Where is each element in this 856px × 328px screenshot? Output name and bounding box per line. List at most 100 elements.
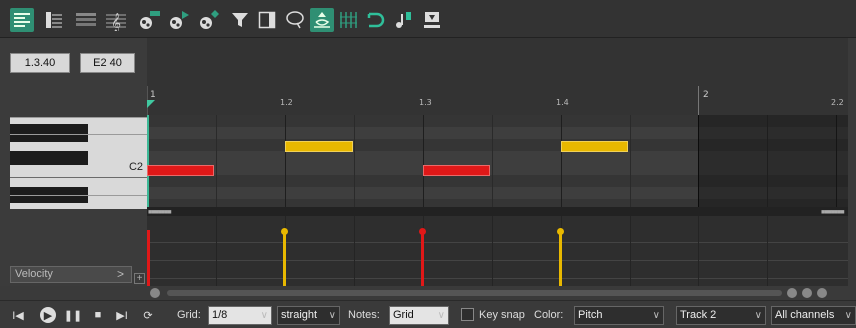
svg-text:𝄞: 𝄞 — [111, 13, 121, 31]
playhead-marker[interactable] — [147, 100, 155, 108]
midi-note[interactable] — [285, 141, 353, 152]
chevron-down-icon: ∨ — [328, 310, 336, 321]
ruler-beat-label: 2.2 — [831, 98, 844, 107]
step-input-icon[interactable] — [392, 8, 416, 32]
chevron-down-icon: ∨ — [260, 310, 268, 321]
lane-splitter[interactable]: ■■■■■■■ ■■■■■■■ — [147, 207, 848, 216]
velocity-bar[interactable] — [421, 230, 424, 286]
notes-label: Notes: — [348, 309, 380, 321]
midi-note[interactable] — [147, 165, 214, 176]
play-icon[interactable]: ▶ — [40, 307, 56, 323]
midi-note[interactable] — [423, 165, 490, 176]
chevron-right-icon[interactable]: > — [117, 267, 124, 281]
velocity-bar[interactable] — [283, 230, 286, 286]
piano-keyboard[interactable]: C2 — [10, 117, 147, 209]
track-value: Track 2 — [680, 309, 717, 321]
key-divider — [10, 177, 147, 178]
key-snap-label: Key snap — [479, 309, 525, 321]
grid-label: Grid: — [177, 309, 201, 321]
notes-length-select[interactable]: Grid ∨ — [389, 306, 449, 325]
ruler-bar-label: 1 — [150, 90, 156, 100]
grid-division-select[interactable]: 1/8 ∨ — [208, 306, 272, 325]
velocity-handle[interactable] — [419, 228, 426, 235]
loop-icon[interactable] — [364, 8, 388, 32]
insert-note-diamond-icon[interactable] — [198, 8, 222, 32]
chevron-down-icon: ∨ — [844, 310, 852, 321]
bottom-toolbar: I◀ ▶ ❚❚ ■ ▶I ⟳ Grid: 1/8 ∨ straight ∨ No… — [0, 300, 856, 328]
chevron-down-icon: ∨ — [754, 310, 762, 321]
scroll-right-button[interactable] — [787, 288, 797, 298]
grip-icon: ■■■■■■■ — [148, 209, 172, 216]
grid-line — [698, 216, 699, 286]
zoom-out-button[interactable] — [802, 288, 812, 298]
grid-line — [630, 216, 631, 286]
velocity-bar[interactable] — [147, 230, 150, 286]
grid-line — [492, 216, 493, 286]
color-mode-select[interactable]: Pitch ∨ — [574, 306, 664, 325]
toggle-sidebar-icon[interactable] — [255, 8, 279, 32]
grid-division-value: 1/8 — [212, 309, 228, 321]
add-lane-button[interactable]: + — [134, 273, 145, 284]
piano-roll-view-icon[interactable] — [10, 8, 34, 32]
vertical-scrollbar[interactable] — [848, 38, 856, 286]
grid-line — [767, 216, 768, 286]
grid-line — [216, 216, 217, 286]
grid-line — [630, 115, 631, 207]
ruler-beat-label: 1.4 — [556, 98, 569, 107]
note-grid[interactable] — [147, 115, 848, 207]
skip-to-start-icon[interactable]: I◀ — [10, 307, 26, 323]
grid-line — [354, 115, 355, 207]
velocity-handle[interactable] — [557, 228, 564, 235]
track-select[interactable]: Track 2 ∨ — [676, 306, 766, 325]
swing-value: straight — [281, 309, 318, 321]
musical-notation-icon[interactable]: 𝄞 — [104, 8, 128, 32]
lasso-select-icon[interactable] — [283, 8, 307, 32]
snap-to-grid-icon[interactable] — [310, 8, 334, 32]
ruler-bar-label: 2 — [703, 90, 709, 100]
swing-select[interactable]: straight ∨ — [277, 306, 340, 325]
scroll-track[interactable] — [167, 290, 782, 296]
position-note-display[interactable]: E2 40 — [80, 53, 135, 73]
key-divider — [10, 117, 147, 118]
pause-icon[interactable]: ❚❚ — [64, 307, 82, 323]
ruler-tick — [698, 86, 699, 115]
grid-line — [423, 115, 424, 207]
velocity-gridline — [147, 242, 848, 243]
insert-note-icon[interactable] — [138, 8, 162, 32]
grid-lines-icon[interactable] — [336, 8, 360, 32]
scroll-left-button[interactable] — [150, 288, 160, 298]
channel-select[interactable]: All channels ∨ — [771, 306, 856, 325]
velocity-gridline — [147, 278, 848, 279]
out-of-item-range — [698, 115, 848, 207]
black-key[interactable] — [10, 124, 88, 142]
item-start-line — [147, 115, 149, 207]
named-notes-view-icon[interactable] — [42, 8, 66, 32]
key-divider — [10, 195, 147, 196]
event-list-view-icon[interactable] — [74, 8, 98, 32]
stop-icon[interactable]: ■ — [90, 307, 106, 323]
horizontal-scrollbar[interactable] — [147, 286, 856, 300]
midi-note[interactable] — [561, 141, 628, 152]
black-key[interactable] — [10, 151, 88, 165]
insert-note-right-icon[interactable] — [168, 8, 192, 32]
skip-to-end-icon[interactable]: ▶I — [114, 307, 130, 323]
chevron-down-icon: ∨ — [437, 310, 445, 321]
color-mode-value: Pitch — [578, 309, 603, 321]
grid-line — [285, 115, 286, 207]
timeline-ruler[interactable]: 1 2 1.2 1.3 1.4 2.2 — [147, 38, 848, 115]
velocity-handle[interactable] — [281, 228, 288, 235]
key-snap-checkbox[interactable] — [461, 308, 474, 321]
velocity-bar[interactable] — [559, 230, 562, 286]
lane-type-selector[interactable]: Velocity — [10, 266, 132, 283]
grid-line — [354, 216, 355, 286]
position-time-display[interactable]: 1.3.40 — [10, 53, 70, 73]
filter-icon[interactable] — [228, 8, 252, 32]
velocity-gridline — [147, 260, 848, 261]
zoom-in-button[interactable] — [817, 288, 827, 298]
midi-editor: 1 2 1.2 1.3 1.4 2.2 ■■■■■■■ ■■■■■■■ — [147, 38, 848, 286]
grid-line — [216, 115, 217, 207]
repeat-icon[interactable]: ⟳ — [140, 307, 156, 323]
velocity-lane[interactable] — [147, 216, 848, 286]
record-input-icon[interactable] — [420, 8, 444, 32]
c2-key-label: C2 — [128, 161, 143, 173]
